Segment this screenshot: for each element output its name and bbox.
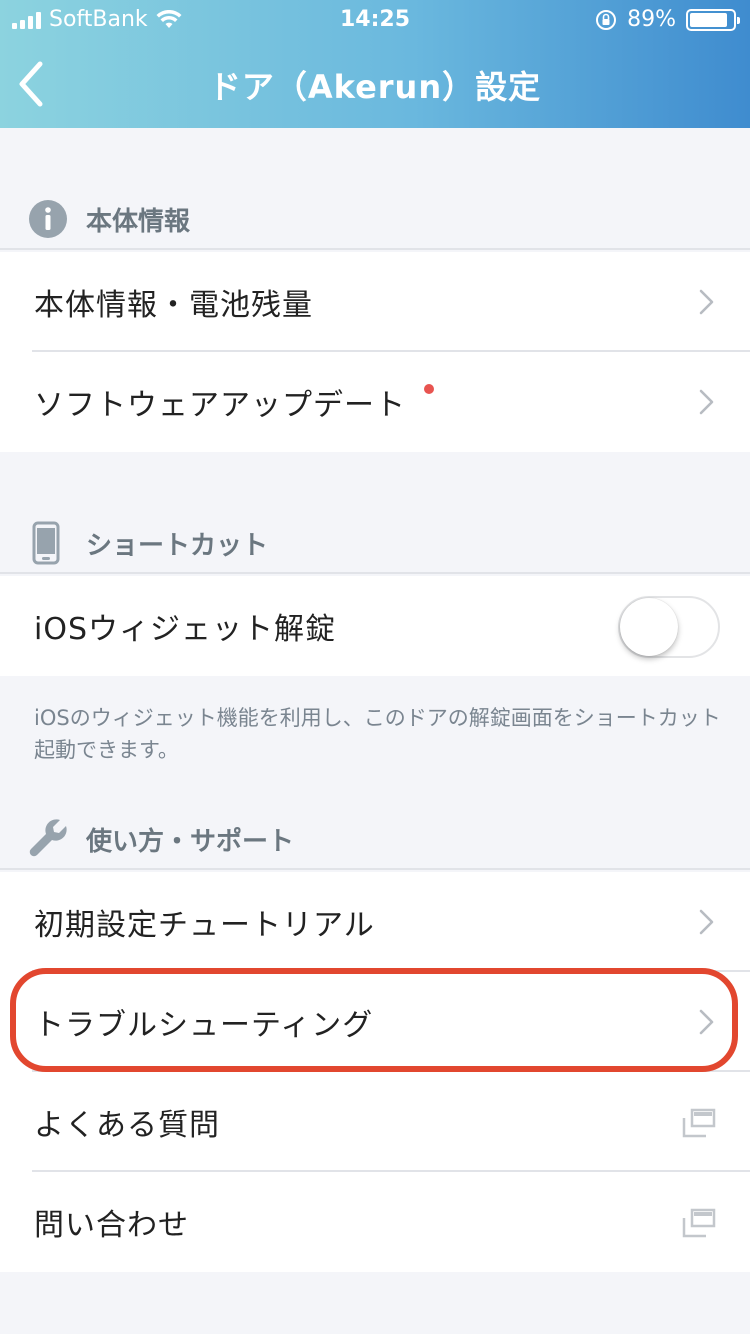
section-title: ショートカット — [86, 530, 269, 561]
chevron-right-icon — [699, 289, 714, 315]
status-right: 89% — [595, 7, 740, 32]
battery-fill — [690, 12, 728, 27]
info-icon — [29, 200, 67, 238]
row-label: 本体情報・電池残量 — [34, 288, 313, 323]
row-initial-setup-tutorial[interactable]: 初期設定チュートリアル — [0, 872, 750, 972]
section-header-support: 使い方・サポート — [0, 810, 750, 870]
wrench-icon — [29, 819, 67, 857]
page-title: ドア（Akerun）設定 — [208, 68, 542, 106]
phone-icon — [32, 521, 60, 565]
update-badge — [424, 384, 434, 394]
section-header-device-info: 本体情報 — [0, 190, 750, 250]
device-info-group: 本体情報・電池残量 ソフトウェアアップデート — [0, 252, 750, 452]
row-label: ソフトウェアアップデート — [34, 388, 406, 423]
chevron-right-icon — [699, 1009, 714, 1035]
section-title: 使い方・サポート — [86, 826, 295, 857]
row-label: iOSウィジェット解錠 — [34, 612, 336, 647]
rotation-lock-icon — [596, 9, 617, 30]
battery-icon — [686, 8, 740, 31]
section-title: 本体情報 — [86, 206, 191, 237]
row-faq[interactable]: よくある質問 — [0, 1072, 750, 1172]
external-link-icon — [682, 1208, 716, 1238]
ios-widget-toggle[interactable] — [618, 596, 720, 658]
status-bar: SoftBank 14:25 89% — [0, 0, 750, 40]
row-label: よくある質問 — [34, 1108, 220, 1143]
row-device-info-battery[interactable]: 本体情報・電池残量 — [0, 252, 750, 352]
row-label: 問い合わせ — [34, 1208, 189, 1243]
shortcut-group: iOSウィジェット解錠 — [0, 576, 750, 676]
external-link-icon — [682, 1108, 716, 1138]
battery-percent: 89% — [627, 7, 676, 32]
row-troubleshooting[interactable]: トラブルシューティング — [0, 972, 750, 1072]
row-label: 初期設定チュートリアル — [34, 908, 375, 943]
section-header-shortcut: ショートカット — [0, 514, 750, 574]
row-contact[interactable]: 問い合わせ — [0, 1172, 750, 1272]
navigation-header: SoftBank 14:25 89% ドア（Akerun）設定 — [0, 0, 750, 128]
row-label: トラブルシューティング — [34, 1008, 374, 1043]
chevron-right-icon — [699, 389, 714, 415]
shortcut-note: iOSのウィジェット機能を利用し、このドアの解錠画面をショートカット起動できます… — [34, 706, 721, 762]
toggle-knob — [620, 598, 678, 656]
row-software-update[interactable]: ソフトウェアアップデート — [0, 352, 750, 452]
row-ios-widget-unlock: iOSウィジェット解錠 — [0, 576, 750, 676]
support-group: 初期設定チュートリアル トラブルシューティング よくある質問 問い合わせ — [0, 872, 750, 1272]
chevron-right-icon — [699, 909, 714, 935]
